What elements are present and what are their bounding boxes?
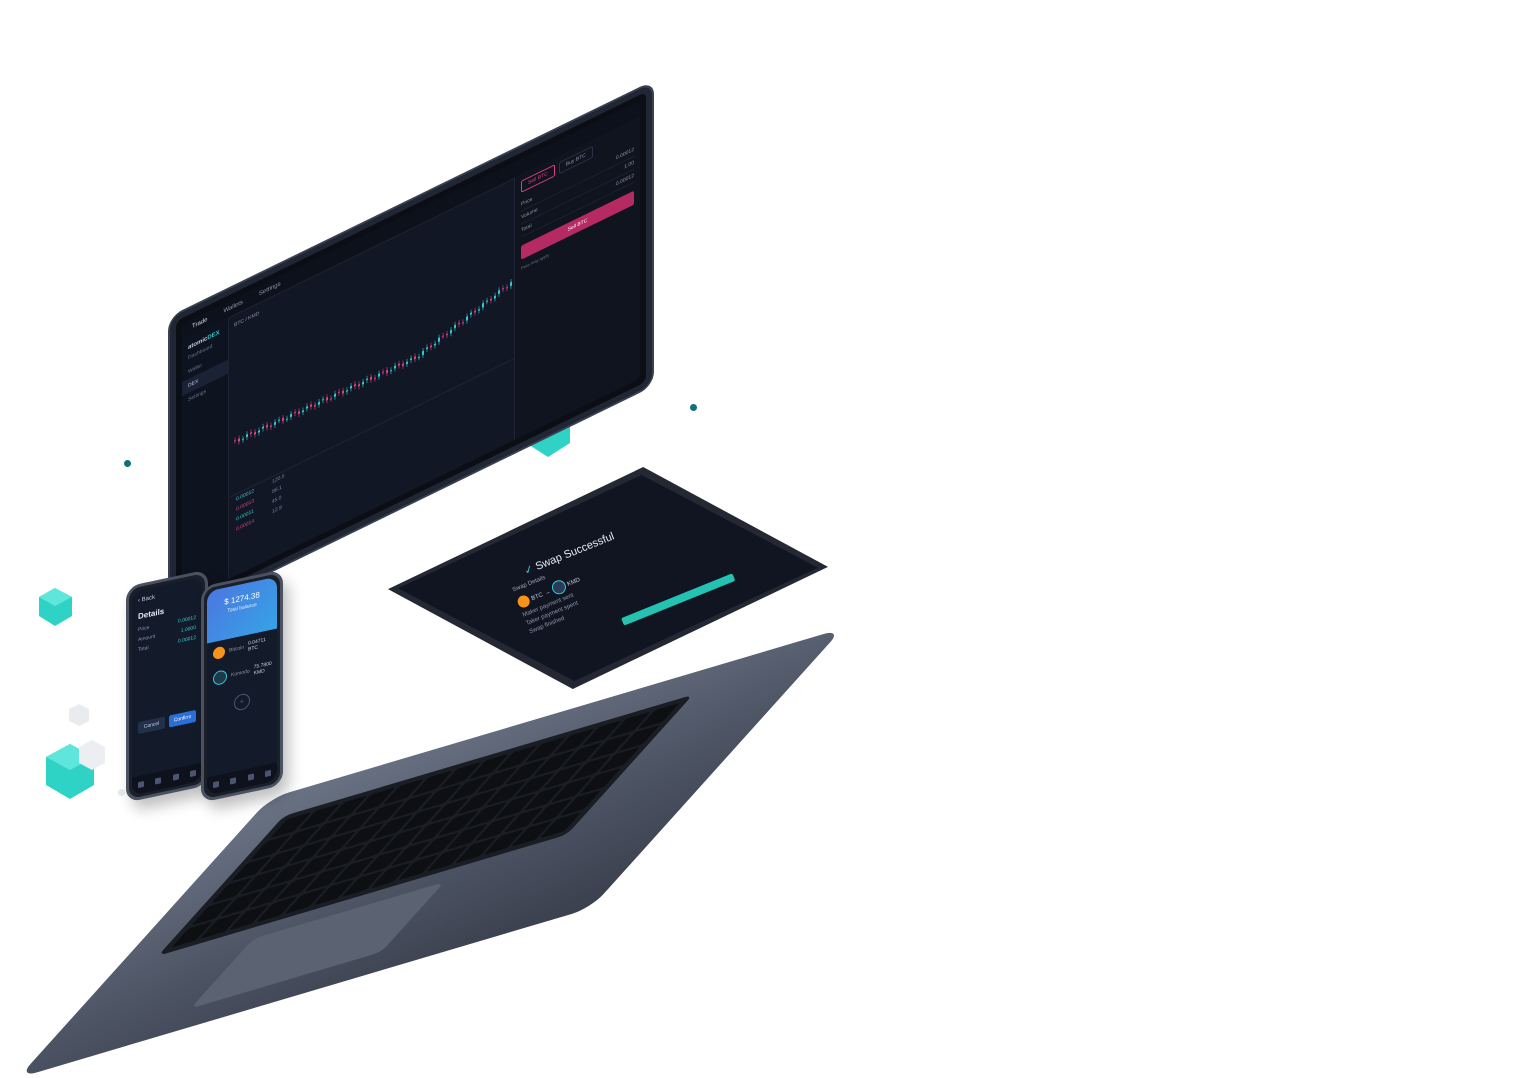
candle-body [450,329,452,334]
kmd-icon [213,669,227,687]
candle-body [238,437,240,443]
candle-body [274,421,276,426]
sidebar: atomicDEX Dashboard Wallet DEX Settings [182,317,229,603]
cancel-button[interactable]: Cancel [138,716,165,735]
candle-body [422,350,424,356]
field-label: Total [521,222,532,234]
confirm-button[interactable]: Confirm [169,709,196,728]
arrow-icon: → [543,589,552,597]
candle-body [282,417,284,422]
to-coin: KMD [566,577,582,588]
coin-name: Bitcoin [229,644,245,654]
candle-body [378,373,380,378]
candle-body [334,393,336,398]
btc-icon [213,645,225,661]
order-amount: 12.9 [272,504,282,516]
kmd-icon [549,578,568,597]
candle-body [254,431,256,435]
candle-body [482,302,484,308]
nav-icon[interactable] [172,773,179,781]
candle-body [414,355,416,360]
nav-icon[interactable] [137,780,144,789]
coin-amount: 0.04711 BTC [248,636,266,653]
candle-body [298,410,300,415]
candle-body [310,403,312,408]
nav-icon[interactable] [247,773,254,781]
white-cube-bottom-icon [79,740,105,770]
candle-body [362,381,364,385]
candle-body [350,385,352,389]
grey-dot [118,789,125,796]
candle-body [246,433,248,438]
candle-body [318,401,320,406]
bottom-nav [132,762,202,796]
coin-name: Komodo [231,668,250,679]
row-label: Total [138,644,149,654]
candle-body [386,369,388,374]
candle-body [498,289,500,295]
candle-body [510,281,512,287]
coin-amount: 75.7800 KMD [253,660,272,677]
small-white-cube-icon [69,704,89,726]
candle-body [454,324,456,329]
candle-body [342,390,344,395]
phone-details: ‹ Back Details Price 0.00012 Amount 1.0000… [126,569,208,803]
candle-body [290,413,292,418]
from-coin: BTC [530,592,545,603]
candle-body [494,295,496,299]
field-value: 1.00 [624,159,634,171]
bottom-nav [207,762,277,796]
tab-settings[interactable]: Settings [259,281,281,298]
candle-body [326,396,328,401]
nav-icon[interactable] [230,777,237,785]
tab-wallets[interactable]: Wallets [223,299,242,314]
tablet: ✓ Swap Successful Swap Details BTC → KMD… [388,467,828,689]
accent-dot [690,404,697,411]
add-coin-button[interactable]: + [234,692,250,712]
candle-body [466,316,468,322]
teal-cube-left-icon [39,588,72,626]
candle-body [438,337,440,343]
candle-body [266,424,268,429]
candle-body [402,363,404,367]
nav-icon[interactable] [265,769,272,778]
nav-icon[interactable] [212,780,219,789]
accent-dot [124,460,131,467]
candle-body [394,365,396,369]
nav-icon[interactable] [155,777,162,785]
row-label: Price [138,624,150,634]
phone-wallet: $ 1274.38 Total balance Bitcoin 0.04711 … [201,569,283,803]
row-value: 0.00012 [177,634,196,645]
candle-body [370,376,372,381]
nav-icon[interactable] [190,769,197,778]
